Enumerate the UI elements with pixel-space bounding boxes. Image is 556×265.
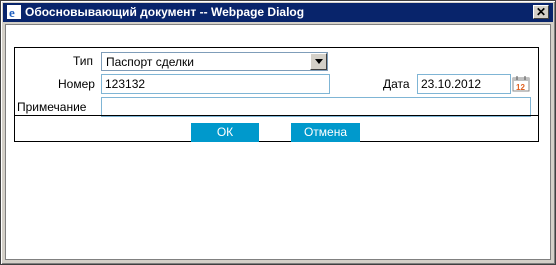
calendar-icon[interactable]: 12 — [512, 76, 530, 92]
chevron-down-icon — [315, 59, 323, 64]
form-divider — [15, 115, 538, 116]
note-label: Примечание — [17, 100, 87, 114]
document-form: Тип Паспорт сделки Номер Дата 12 Примеча… — [14, 47, 539, 142]
type-select-value: Паспорт сделки — [106, 55, 194, 69]
date-label: Дата — [383, 77, 410, 91]
ok-button[interactable]: ОК — [191, 123, 259, 142]
dialog-window: e Обосновывающий документ -- Webpage Dia… — [0, 0, 556, 265]
number-field[interactable] — [101, 74, 330, 94]
type-select[interactable]: Паспорт сделки — [101, 52, 328, 71]
title-bar[interactable]: e Обосновывающий документ -- Webpage Dia… — [3, 3, 553, 22]
type-select-arrow[interactable] — [310, 53, 327, 70]
close-button[interactable]: ✕ — [533, 5, 549, 19]
number-label: Номер — [58, 77, 95, 91]
type-label: Тип — [73, 54, 94, 68]
svg-text:12: 12 — [516, 83, 525, 92]
svg-text:e: e — [9, 5, 15, 19]
note-field[interactable] — [101, 97, 531, 117]
close-icon: ✕ — [535, 5, 547, 19]
cancel-button[interactable]: Отмена — [291, 123, 360, 142]
date-field[interactable] — [417, 74, 511, 94]
ie-icon: e — [7, 5, 21, 19]
window-title: Обосновывающий документ -- Webpage Dialo… — [25, 5, 305, 19]
